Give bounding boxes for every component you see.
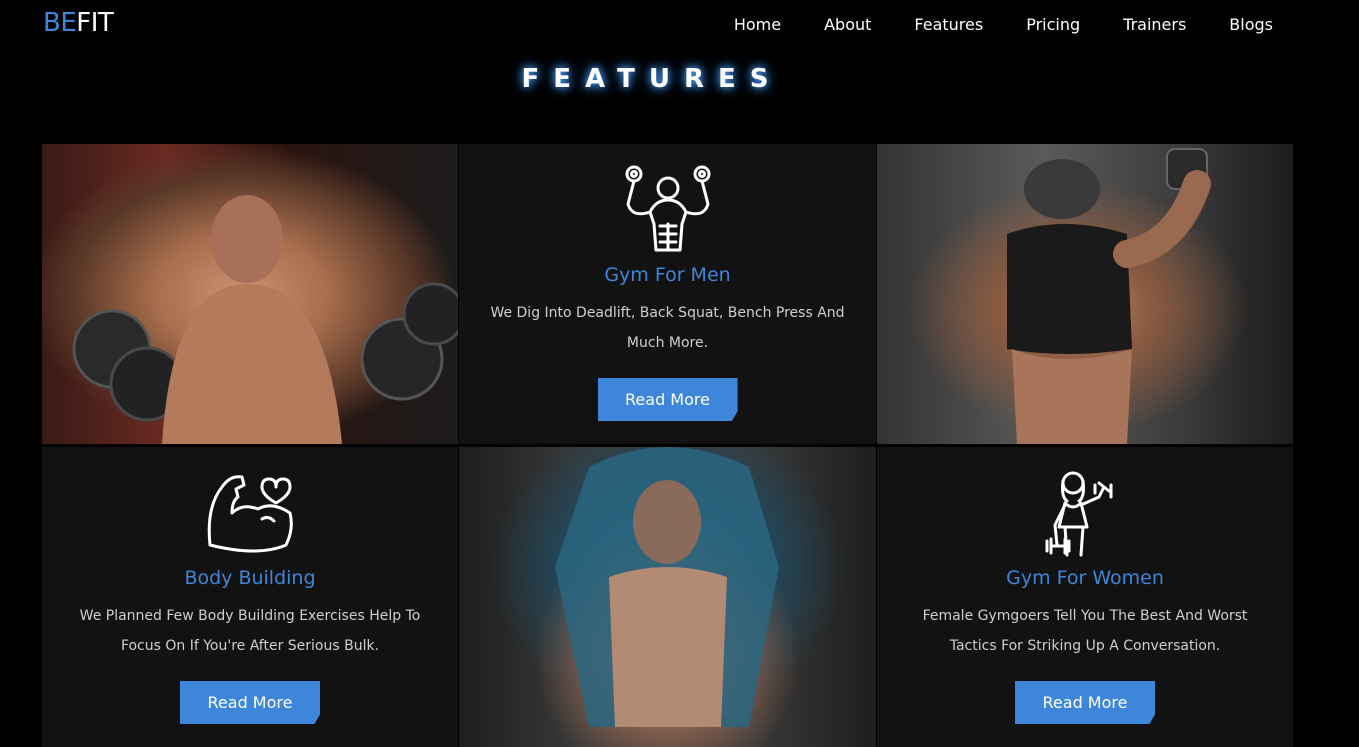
feature-description: Female Gymgoers Tell You The Best And Wo… [922,608,1248,654]
woman-with-dumbbell-photo [877,144,1293,444]
brand-part-fit: FIT [76,8,114,38]
read-more-button[interactable]: Read More [1015,681,1155,724]
features-grid: Gym For Men We Dig Into Deadlift, Back S… [42,144,1293,747]
muscle-man-icon [625,165,710,252]
nav-about[interactable]: About [824,15,871,34]
read-more-button[interactable]: Read More [597,378,738,421]
feature-description: We Planned Few Body Building Exercises H… [79,608,421,654]
main-nav: Home About Features Pricing Trainers Blo… [691,15,1273,34]
feature-title: Gym For Women [1006,567,1164,589]
section-title: FEATURES [521,64,783,94]
feature-title: Body Building [184,567,316,589]
man-with-dumbbells-photo [42,144,458,444]
nav-features[interactable]: Features [914,15,983,34]
man-in-hoodie-photo [459,447,876,747]
feature-card-gym-for-men: Gym For Men We Dig Into Deadlift, Back S… [459,144,876,444]
nav-pricing[interactable]: Pricing [1026,15,1080,34]
feature-title: Gym For Men [604,264,731,286]
nav-trainers[interactable]: Trainers [1123,15,1186,34]
flexed-arm-heart-icon [207,475,293,553]
nav-blogs[interactable]: Blogs [1229,15,1273,34]
brand-logo[interactable]: BEFIT [43,8,114,38]
feature-description: We Dig Into Deadlift, Back Squat, Bench … [490,305,845,351]
woman-dumbbell-icon [1045,471,1113,557]
read-more-button[interactable]: Read More [180,681,320,724]
brand-part-be: BE [43,8,77,38]
feature-card-gym-for-women: Gym For Women Female Gymgoers Tell You T… [877,447,1293,747]
nav-home[interactable]: Home [734,15,781,34]
header: BEFIT Home About Features Pricing Traine… [0,0,1359,50]
feature-card-body-building: Body Building We Planned Few Body Buildi… [42,447,458,747]
